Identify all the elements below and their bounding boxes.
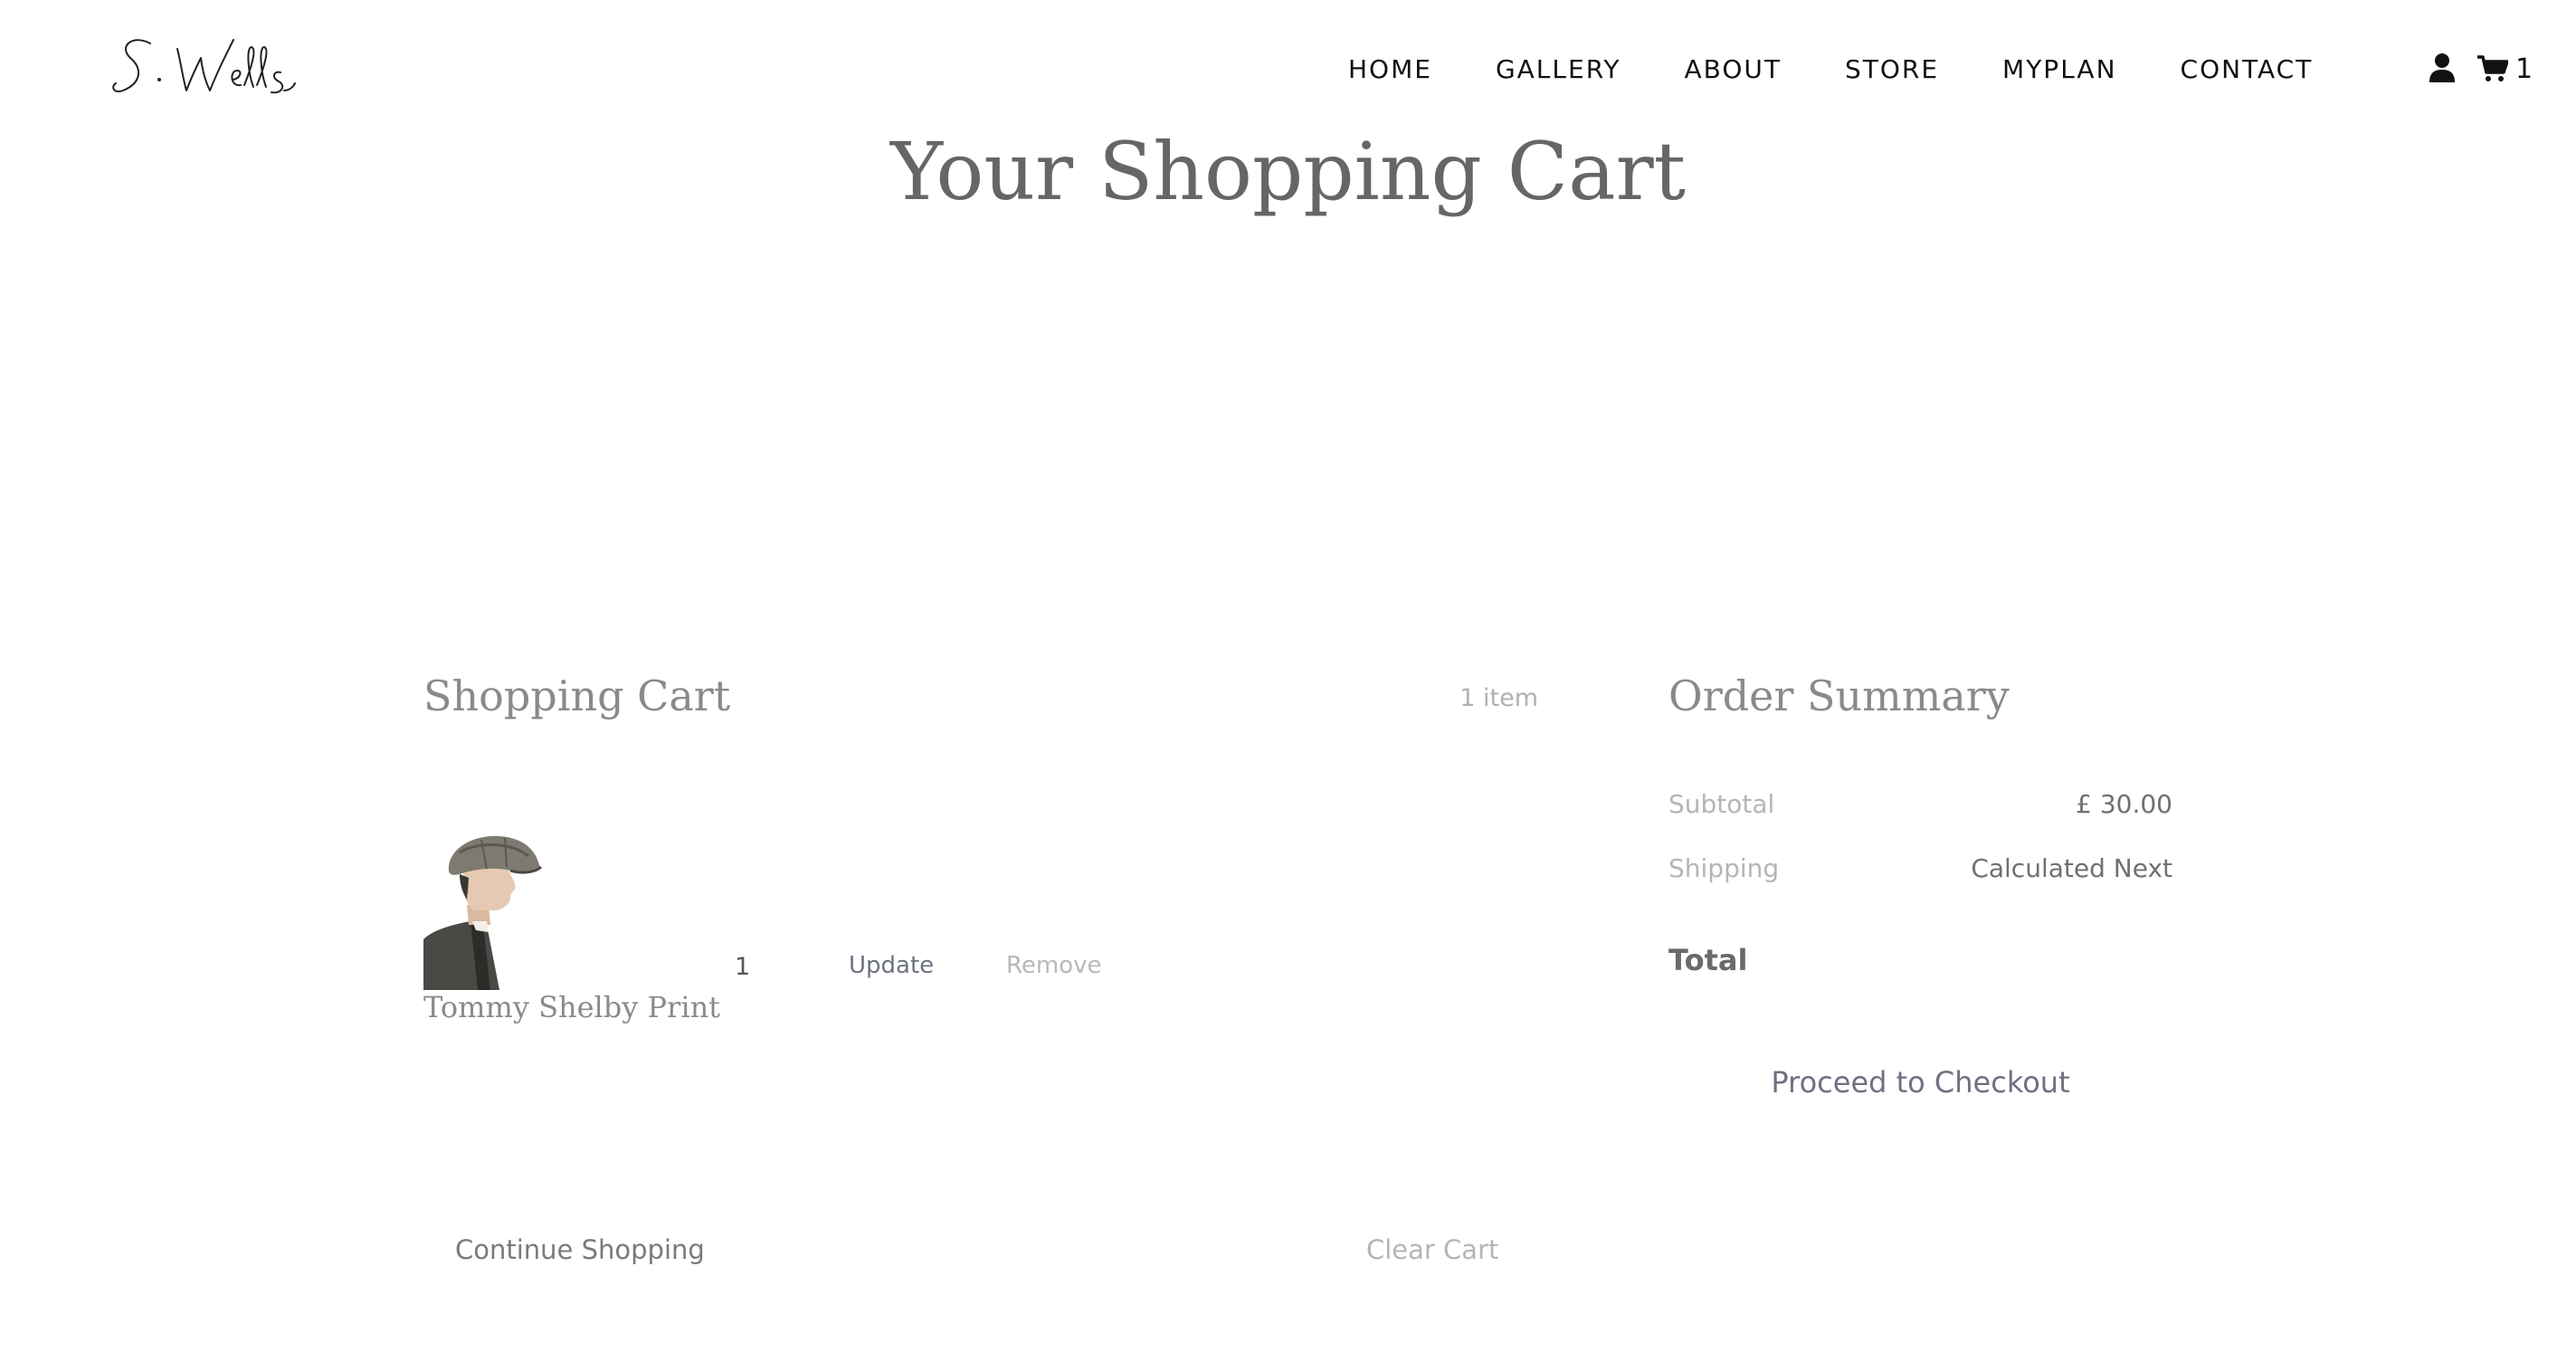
proceed-to-checkout-button[interactable]: Proceed to Checkout [1668, 1050, 2172, 1115]
shipping-value: Calculated Next [1971, 853, 2172, 883]
total-label: Total [1668, 943, 1748, 977]
subtotal-value: £ 30.00 [2076, 789, 2172, 819]
user-icon[interactable] [2429, 52, 2456, 83]
subtotal-label: Subtotal [1668, 789, 1775, 819]
site-logo[interactable] [107, 27, 315, 109]
item-count: 1 item [1459, 684, 1538, 712]
nav-home[interactable]: HOME [1348, 54, 1432, 84]
cart-heading: Shopping Cart [423, 671, 731, 720]
order-summary-heading: Order Summary [1668, 671, 2010, 720]
cart-link[interactable]: 1 [2477, 51, 2533, 87]
product-portrait-image [423, 835, 543, 990]
page-title: Your Shopping Cart [889, 125, 1687, 218]
clear-cart-link[interactable]: Clear Cart [1366, 1234, 1498, 1265]
main-nav: HOME GALLERY ABOUT STORE MYPLAN CONTACT [1348, 51, 2313, 87]
signature-logo-icon [112, 39, 296, 94]
shipping-label: Shipping [1668, 853, 1780, 883]
nav-contact[interactable]: CONTACT [2181, 54, 2314, 84]
remove-button[interactable]: Remove [1006, 952, 1102, 979]
nav-myplan[interactable]: MYPLAN [2002, 54, 2117, 84]
shopping-cart-icon [2477, 55, 2508, 81]
update-button[interactable]: Update [849, 952, 934, 979]
nav-store[interactable]: STORE [1845, 54, 1939, 84]
product-image[interactable] [423, 831, 577, 990]
nav-gallery[interactable]: GALLERY [1496, 54, 1621, 84]
quantity-input[interactable] [735, 950, 762, 983]
page: HOME GALLERY ABOUT STORE MYPLAN CONTACT … [0, 0, 2576, 1352]
cart-count-badge: 1 [2515, 52, 2533, 85]
continue-shopping-link[interactable]: Continue Shopping [455, 1234, 705, 1265]
nav-about[interactable]: ABOUT [1684, 54, 1782, 84]
product-name-link[interactable]: Tommy Shelby Print [423, 990, 720, 1024]
